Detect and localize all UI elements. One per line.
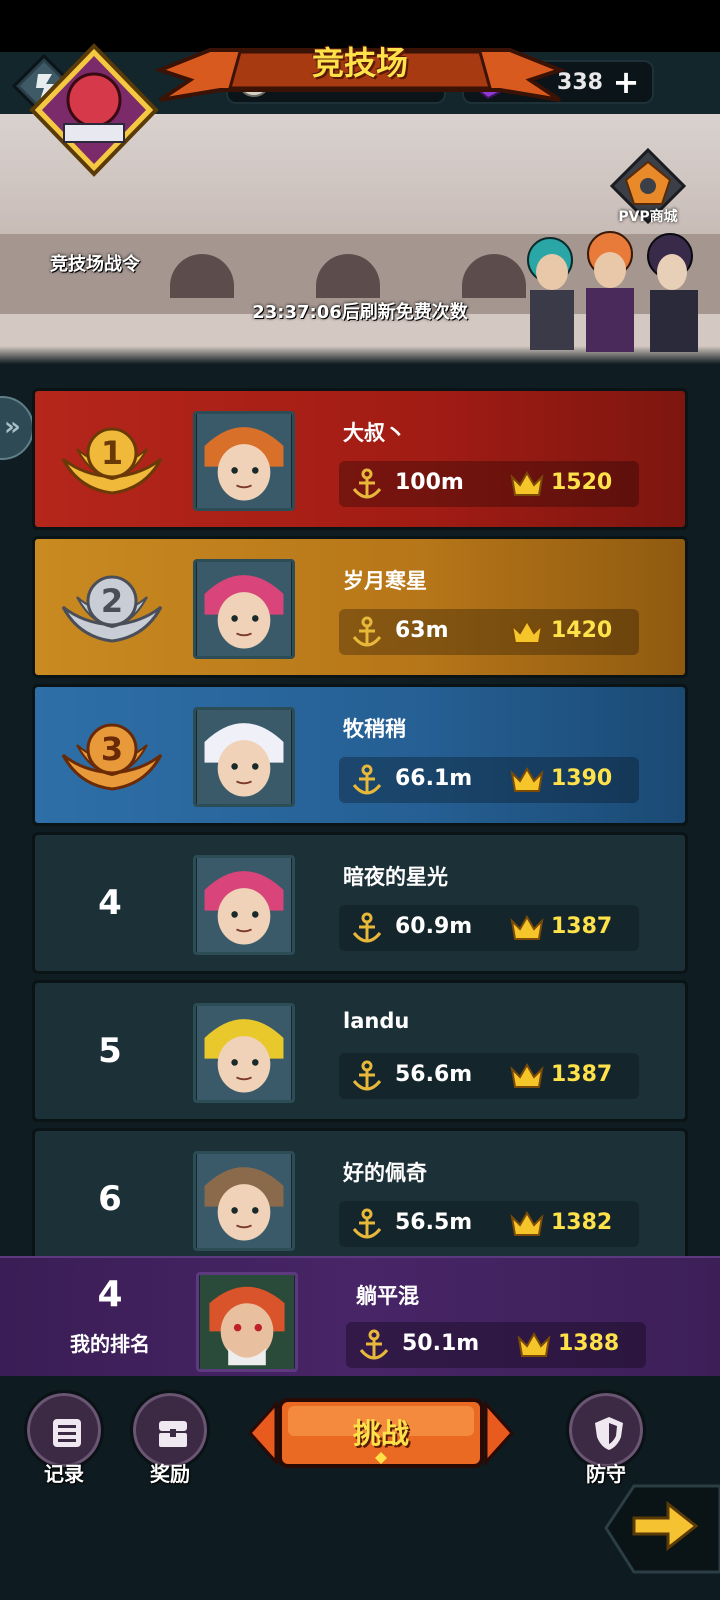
records-list-icon <box>53 1419 81 1447</box>
my-player-name: 躺平混 <box>356 1284 419 1308</box>
player-avatar[interactable] <box>193 707 295 807</box>
player-score: 1390 <box>551 766 613 791</box>
player-portrait <box>197 858 291 952</box>
rank-number: 5 <box>98 1031 122 1071</box>
player-power: 56.6m <box>395 1062 473 1087</box>
rank-medal-icon: 3 <box>61 723 163 791</box>
rank-row[interactable]: 4 暗夜的星光 60.9m 1387 <box>32 832 688 974</box>
my-rank-label: 我的排名 <box>70 1332 150 1356</box>
anchor-power-icon <box>359 1329 389 1360</box>
page-title: 竞技场 <box>311 44 408 82</box>
rank-medal-icon: 2 <box>61 575 163 643</box>
player-portrait <box>197 1154 291 1248</box>
player-stats: 63m 1420 <box>339 609 639 655</box>
player-stats: 66.1m 1390 <box>339 757 639 803</box>
shield-icon <box>595 1417 623 1450</box>
player-score: 1520 <box>551 470 613 495</box>
rank-row[interactable]: 6 好的佩奇 56.5m 1382 <box>32 1128 688 1270</box>
records-label: 记录 <box>44 1462 84 1486</box>
player-avatar[interactable] <box>193 855 295 955</box>
rank-medal-number: 1 <box>101 434 123 472</box>
crown-icon <box>510 619 544 644</box>
player-power: 60.9m <box>395 914 473 939</box>
add-gems-plus-icon[interactable]: + <box>610 66 642 98</box>
player-score: 1420 <box>551 618 613 643</box>
player-name: 暗夜的星光 <box>343 865 448 889</box>
player-score: 1387 <box>551 914 613 939</box>
player-portrait <box>197 414 291 508</box>
arena-screen: 108 325 338 + 竞技场 竞技场战令 <box>0 0 720 1600</box>
player-avatar[interactable] <box>193 411 295 511</box>
rewards-label: 奖励 <box>150 1462 190 1486</box>
anchor-power-icon <box>352 1060 382 1091</box>
anchor-power-icon <box>352 912 382 943</box>
anchor-power-icon <box>352 468 382 499</box>
player-score: 1382 <box>551 1210 613 1235</box>
player-power: 100m <box>395 470 464 495</box>
player-portrait <box>197 710 291 804</box>
player-name: 岁月寒星 <box>343 569 427 593</box>
rank-medal-icon: 1 <box>61 427 163 495</box>
crown-icon <box>517 1332 551 1357</box>
war-order-icon[interactable] <box>24 40 164 180</box>
my-avatar <box>196 1272 298 1372</box>
player-score: 1387 <box>551 1062 613 1087</box>
double-chevron-icon: » <box>4 412 21 442</box>
player-power: 56.5m <box>395 1210 473 1235</box>
rank-row[interactable]: 1 大叔丶 100m 1520 <box>32 388 688 530</box>
rank-number: 6 <box>98 1179 122 1219</box>
rank-row[interactable]: 5 landu 56.6m 1387 <box>32 980 688 1122</box>
crown-icon <box>510 1063 544 1088</box>
player-power: 63m <box>395 618 449 643</box>
rank-row[interactable]: 2 岁月寒星 63m 1420 <box>32 536 688 678</box>
player-portrait <box>197 562 291 656</box>
anchor-power-icon <box>352 764 382 795</box>
player-power: 66.1m <box>395 766 473 791</box>
anchor-power-icon <box>352 1208 382 1239</box>
player-avatar[interactable] <box>193 559 295 659</box>
player-stats: 60.9m 1387 <box>339 905 639 951</box>
player-name: 牧稍稍 <box>343 717 406 741</box>
rank-medal-number: 3 <box>101 730 123 768</box>
crown-icon <box>510 915 544 940</box>
player-avatar[interactable] <box>193 1151 295 1251</box>
my-score: 1388 <box>558 1331 620 1356</box>
player-name: 大叔丶 <box>343 421 406 445</box>
challenge-label: 挑战 <box>352 1417 409 1450</box>
my-power: 50.1m <box>402 1331 480 1356</box>
next-arrow-icon[interactable] <box>604 1476 720 1576</box>
anchor-power-icon <box>352 616 382 647</box>
player-stats: 100m 1520 <box>339 461 639 507</box>
side-expand-tab[interactable]: » <box>0 396 34 460</box>
rank-row[interactable]: 3 牧稍稍 66.1m 1390 <box>32 684 688 826</box>
rank-medal-number: 2 <box>101 582 123 620</box>
arena-heroes-illustration <box>527 231 698 352</box>
crown-icon <box>510 1211 544 1236</box>
player-portrait <box>197 1006 291 1100</box>
refresh-timer: 23:37:06后刷新免费次数 <box>252 302 468 323</box>
treasure-chest-icon <box>159 1421 187 1447</box>
player-name: 好的佩奇 <box>343 1161 427 1185</box>
my-stats: 50.1m 1388 <box>346 1322 646 1368</box>
war-order-label: 竞技场战令 <box>50 254 140 275</box>
my-rank-bar[interactable]: 4 我的排名 躺平混 50.1m 1388 <box>0 1256 720 1376</box>
player-avatar[interactable] <box>193 1003 295 1103</box>
player-stats: 56.6m 1387 <box>339 1053 639 1099</box>
my-rank-number: 4 <box>97 1274 123 1315</box>
crown-icon <box>510 767 544 792</box>
player-stats: 56.5m 1382 <box>339 1201 639 1247</box>
my-avatar-portrait <box>200 1275 294 1369</box>
player-name: landu <box>343 1009 410 1033</box>
crown-icon <box>510 471 544 496</box>
rank-number: 4 <box>98 883 122 923</box>
